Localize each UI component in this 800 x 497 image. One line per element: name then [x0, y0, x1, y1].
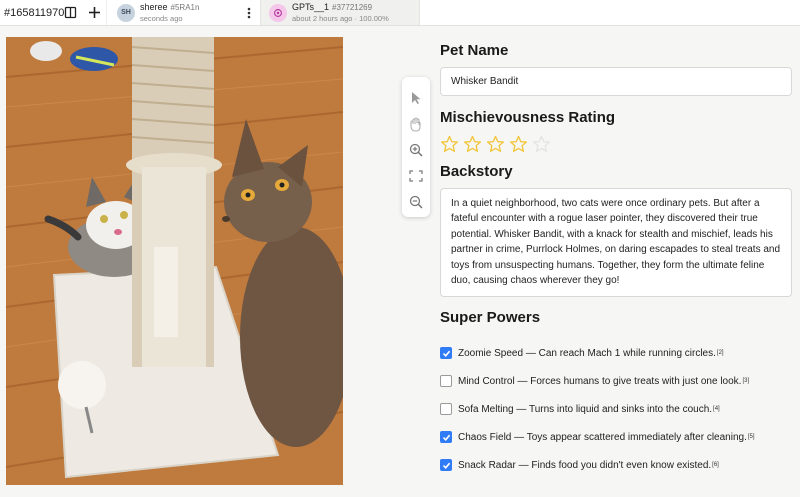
more-vertical-icon	[247, 7, 251, 18]
citation-ref[interactable]: [2]	[717, 350, 724, 356]
more-options-button[interactable]	[238, 0, 260, 25]
zoom-in-icon	[409, 143, 423, 157]
citation-ref[interactable]: [4]	[713, 406, 720, 412]
fit-screen-icon	[409, 170, 423, 182]
pointer-icon	[412, 92, 421, 104]
checkbox-checked[interactable]	[440, 459, 452, 472]
star-rating[interactable]	[440, 135, 792, 154]
model-name: GPTs__1	[292, 1, 330, 12]
add-button[interactable]	[82, 0, 106, 25]
power-item[interactable]: Zoomie Speed — Can reach Mach 1 while ru…	[440, 339, 792, 367]
hand-tool-button[interactable]	[406, 111, 426, 137]
power-label: Sofa Melting — Turns into liquid and sin…	[458, 403, 713, 415]
power-item[interactable]: Mind Control — Forces humans to give tre…	[440, 367, 792, 395]
power-label: Snack Radar — Finds food you didn't even…	[458, 459, 712, 471]
zoom-out-icon	[409, 195, 423, 209]
zoom-in-button[interactable]	[406, 137, 426, 163]
model-tag: #37721269	[332, 2, 373, 12]
pet-name-heading: Pet Name	[440, 42, 509, 59]
star-filled-icon[interactable]	[486, 135, 505, 154]
viewer-toolbar	[402, 77, 430, 217]
user-tag: #5RA1n	[170, 2, 200, 12]
power-item[interactable]: Sofa Melting — Turns into liquid and sin…	[440, 395, 792, 423]
super-powers-list: Zoomie Speed — Can reach Mach 1 while ru…	[440, 339, 792, 479]
star-filled-icon[interactable]	[440, 135, 459, 154]
user-timestamp: seconds ago	[140, 13, 183, 23]
checkmark-icon	[442, 462, 450, 469]
power-label: Mind Control — Forces humans to give tre…	[458, 375, 742, 387]
cats-photo	[6, 37, 343, 485]
super-powers-heading: Super Powers	[440, 309, 541, 327]
pointer-tool-button[interactable]	[406, 85, 426, 111]
checkbox-unchecked[interactable]	[440, 375, 452, 388]
star-empty-icon[interactable]	[532, 135, 551, 154]
power-label: Zoomie Speed — Can reach Mach 1 while ru…	[458, 347, 716, 359]
star-filled-icon[interactable]	[509, 135, 528, 154]
checkbox-checked[interactable]	[440, 431, 452, 444]
split-view-button[interactable]	[58, 0, 82, 25]
pet-name-field[interactable]: Whisker Bandit	[440, 67, 792, 96]
split-view-icon	[64, 6, 76, 19]
hand-icon	[410, 116, 421, 132]
citation-ref[interactable]: [5]	[748, 434, 755, 440]
zoom-out-button[interactable]	[406, 189, 426, 215]
citation-ref[interactable]: [6]	[712, 462, 719, 468]
task-id: #165811970	[4, 6, 65, 19]
power-label: Chaos Field — Toys appear scattered imme…	[458, 431, 747, 443]
user-chip[interactable]: SH sheree #5RA1n seconds ago	[106, 0, 238, 25]
user-name: sheree	[140, 1, 168, 12]
backstory-field[interactable]: In a quiet neighborhood, two cats were o…	[440, 188, 792, 298]
top-bar: #165811970 SH sheree #5RA1n seconds ago G…	[0, 0, 800, 26]
plus-icon	[88, 7, 100, 18]
rating-heading: Mischievousness Rating	[440, 109, 616, 126]
checkmark-icon	[442, 350, 450, 357]
model-status: about 2 hours ago · 100.00%	[292, 13, 389, 23]
backstory-heading: Backstory	[440, 163, 513, 180]
power-item[interactable]: Snack Radar — Finds food you didn't even…	[440, 451, 792, 479]
power-item[interactable]: Chaos Field — Toys appear scattered imme…	[440, 423, 792, 451]
citation-ref[interactable]: [3]	[742, 378, 749, 384]
gpt-logo-icon	[269, 3, 287, 22]
star-filled-icon[interactable]	[463, 135, 482, 154]
checkmark-icon	[442, 434, 450, 441]
pet-profile-form: Pet Name Whisker Bandit Mischievousness …	[440, 42, 792, 479]
avatar: SH	[117, 3, 135, 22]
checkbox-checked[interactable]	[440, 347, 452, 360]
fit-screen-button[interactable]	[406, 163, 426, 189]
checkbox-unchecked[interactable]	[440, 403, 452, 416]
model-tab[interactable]: GPTs__1 #37721269 about 2 hours ago · 100…	[260, 0, 420, 25]
